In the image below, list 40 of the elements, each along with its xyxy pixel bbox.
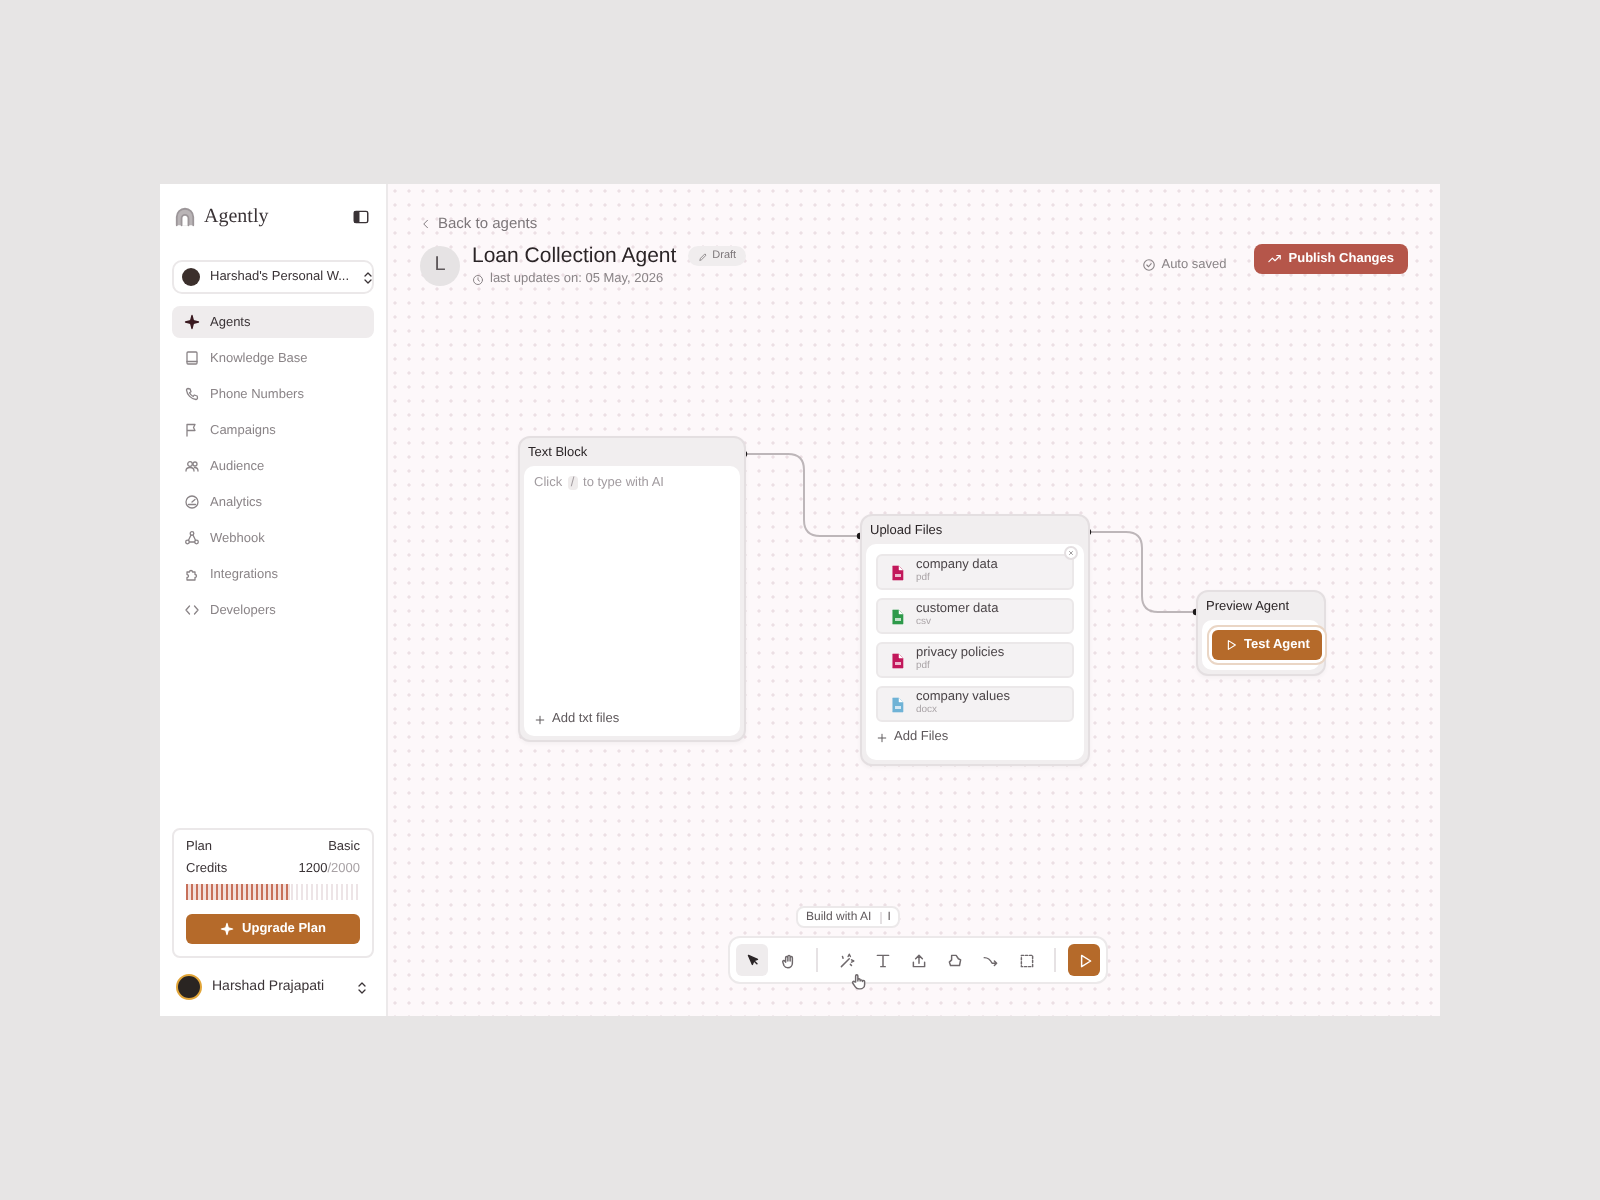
app-name: Agently xyxy=(204,205,269,227)
plus-icon xyxy=(876,731,888,743)
connector-line xyxy=(1089,531,1197,613)
book-icon xyxy=(184,350,200,366)
connector-line xyxy=(745,453,861,537)
sidebar-toggle-icon[interactable] xyxy=(352,207,370,225)
nodes-icon xyxy=(184,530,200,546)
avatar-icon xyxy=(182,268,200,286)
logo-icon xyxy=(174,205,196,227)
upload-icon xyxy=(909,951,927,969)
chevron-updown-icon xyxy=(359,269,376,285)
chevron-updown-icon[interactable] xyxy=(354,979,370,995)
pencil-icon xyxy=(698,251,709,261)
play-icon xyxy=(1075,951,1093,969)
play-icon xyxy=(1224,638,1238,652)
shape-icon xyxy=(945,951,963,969)
magic-wand-icon xyxy=(837,951,855,969)
sparkle-icon xyxy=(184,314,200,330)
hand-icon xyxy=(779,951,797,969)
chevron-left-icon xyxy=(420,217,432,229)
gauge-icon xyxy=(184,494,200,510)
flag-icon xyxy=(184,422,200,438)
puzzle-icon xyxy=(184,566,200,582)
curved-arrow-icon xyxy=(981,951,999,969)
tool-button[interactable] xyxy=(736,944,768,976)
sparkle-icon xyxy=(220,922,235,936)
trend-icon xyxy=(1268,252,1283,266)
agent-title: Loan Collection Agent xyxy=(472,244,677,268)
avatar-icon xyxy=(176,974,202,1000)
phone-icon xyxy=(184,386,200,402)
people-icon xyxy=(184,458,200,474)
pointer-icon xyxy=(743,951,761,969)
text-icon xyxy=(873,951,891,969)
clock-icon xyxy=(472,273,484,285)
check-circle-icon xyxy=(1141,258,1156,272)
plus-icon xyxy=(534,713,546,725)
agent-avatar: L xyxy=(420,245,460,285)
code-icon xyxy=(184,602,200,618)
frame-icon xyxy=(1017,951,1035,969)
run-button[interactable] xyxy=(1068,944,1100,976)
